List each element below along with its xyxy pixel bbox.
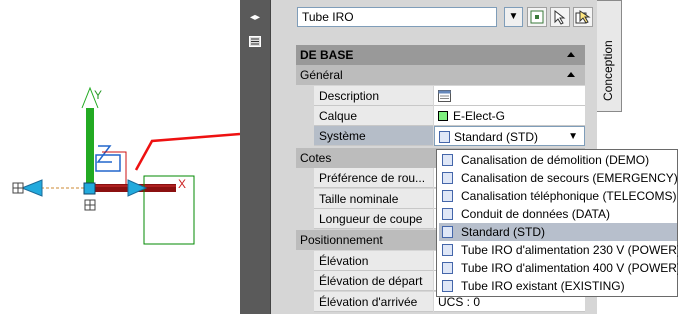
system-option[interactable]: Canalisation de démolition (DEMO) <box>439 151 677 169</box>
chevron-down-icon[interactable]: ▼ <box>568 127 578 147</box>
drawing-canvas[interactable]: Y X <box>0 0 240 314</box>
description-edit-icon[interactable] <box>438 90 451 102</box>
category-positionnement-label: Positionnement <box>300 233 383 247</box>
row-preference-label: Préférence de rou... <box>314 168 433 188</box>
system-option-selected[interactable]: Standard (STD) <box>439 223 677 241</box>
calque-value: E-Elect-G <box>453 109 506 123</box>
section-de-base[interactable]: DE BASE <box>296 45 585 65</box>
systeme-combo[interactable]: Standard (STD) ▼ <box>434 126 585 146</box>
right-arrow-grip[interactable] <box>127 179 148 197</box>
row-elev-arrivee-label: Élévation d'arrivée <box>314 292 433 312</box>
tab-conception-label: Conception <box>601 40 615 101</box>
y-axis-bar <box>86 101 94 187</box>
style-combo[interactable]: Tube IRO <box>297 7 497 27</box>
select-objects-button[interactable] <box>527 7 547 27</box>
row-calque-label: Calque <box>314 106 433 126</box>
callout-line <box>134 132 240 171</box>
center-grip[interactable] <box>83 182 96 195</box>
systeme-value: Standard (STD) <box>454 130 539 144</box>
style-dropdown-button[interactable]: ▼ <box>504 7 523 27</box>
y-axis-label: Y <box>94 88 102 102</box>
row-description-value[interactable] <box>434 86 585 106</box>
system-option[interactable]: Canalisation de secours (EMERGENCY) <box>439 169 678 187</box>
category-general[interactable]: Général <box>296 65 585 85</box>
system-style-icon <box>442 226 453 238</box>
quick-select-button[interactable] <box>550 7 570 27</box>
chevron-down-icon: ▼ <box>508 11 519 22</box>
system-style-icon <box>442 190 453 202</box>
row-description-label: Description <box>314 86 433 106</box>
category-cotes-label: Cotes <box>300 151 332 165</box>
row-elev-depart-label: Élévation de départ <box>314 271 433 291</box>
system-style-icon <box>442 280 453 292</box>
section-de-base-label: DE BASE <box>300 48 354 62</box>
row-elevation-label: Élévation <box>314 251 433 271</box>
system-style-icon <box>442 208 453 220</box>
row-longueur-label: Longueur de coupe <box>314 209 433 229</box>
collapse-arrow-icon[interactable] <box>567 52 575 57</box>
system-option[interactable]: Tube IRO d'alimentation 400 V (POWER) <box>439 259 678 277</box>
system-style-icon <box>442 172 453 184</box>
left-arrow-grip[interactable] <box>20 179 43 197</box>
system-option[interactable]: Tube IRO existant (EXISTING) <box>439 277 677 295</box>
system-dropdown-list[interactable]: Canalisation de démolition (DEMO) Canali… <box>436 149 678 297</box>
system-style-icon <box>442 154 453 166</box>
row-taille-label: Taille nominale <box>314 189 433 209</box>
row-systeme-label: Système <box>314 126 433 146</box>
palette-properties-icon[interactable] <box>248 36 262 48</box>
layer-color-swatch <box>438 111 448 121</box>
system-style-icon <box>442 262 453 274</box>
row-calque-value[interactable]: E-Elect-G <box>434 106 585 126</box>
tab-conception[interactable]: Conception <box>597 0 622 112</box>
system-option[interactable]: Canalisation téléphonique (TELECOMS) <box>439 187 677 205</box>
pickadd-toggle-button[interactable] <box>573 7 593 27</box>
collapse-palette-icon[interactable]: ◂▸ <box>248 12 262 24</box>
bottom-cross-grip[interactable] <box>84 199 96 211</box>
ucs-square <box>95 154 121 172</box>
system-option[interactable]: Conduit de données (DATA) <box>439 205 677 223</box>
system-option[interactable]: Tube IRO d'alimentation 230 V (POWER) <box>439 241 678 259</box>
category-general-label: Général <box>300 68 343 82</box>
x-axis-label: X <box>178 177 186 191</box>
system-style-icon <box>442 244 453 256</box>
system-style-icon <box>439 131 450 143</box>
collapse-arrow-icon[interactable] <box>567 72 575 77</box>
palette-dock-strip: ◂▸ <box>240 0 271 314</box>
left-cross-grip[interactable] <box>12 182 24 194</box>
